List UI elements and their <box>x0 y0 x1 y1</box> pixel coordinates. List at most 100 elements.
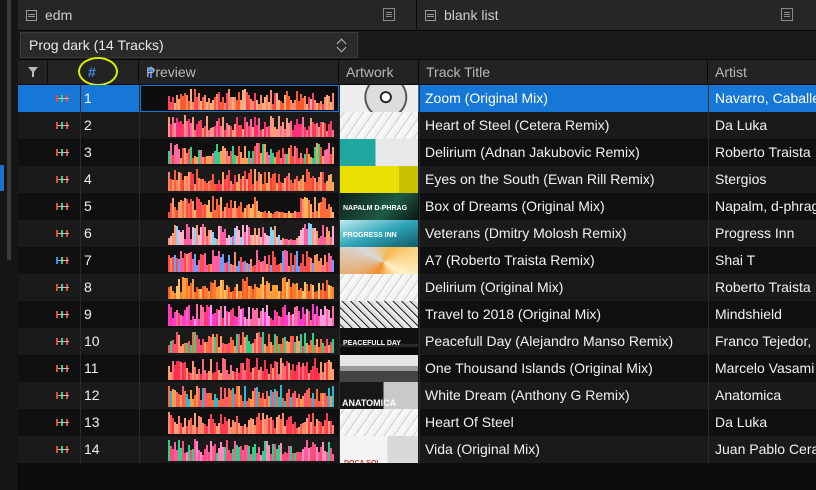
track-preview[interactable] <box>139 85 338 112</box>
track-artist: Progress Inn <box>708 220 816 247</box>
track-preview[interactable] <box>139 328 338 355</box>
playlist-select[interactable]: Prog dark (14 Tracks) <box>20 32 358 58</box>
track-artwork <box>339 139 418 166</box>
track-preview[interactable] <box>139 274 338 301</box>
panel-tab-left[interactable]: edm <box>18 0 398 30</box>
artwork-label: ANATOMICA <box>342 398 397 408</box>
table-row[interactable]: 1 Zoom (Original Mix) Navarro, Caballe <box>18 85 816 112</box>
track-artist: Shai T <box>708 247 816 274</box>
track-status-icon <box>56 338 71 345</box>
waveform <box>168 223 334 245</box>
artwork-image <box>340 85 418 112</box>
track-artwork: DOCA SOL <box>339 436 418 463</box>
table-row[interactable]: 4 Eyes on the South (Ewan Rill Remix) Ster… <box>18 166 816 193</box>
track-artist: Da Luka <box>708 112 816 139</box>
table-row[interactable]: 8 Delirium (Original Mix) Roberto Traista <box>18 274 816 301</box>
track-artist: Navarro, Caballe <box>708 85 816 112</box>
track-title: One Thousand Islands (Original Mix) <box>419 355 708 382</box>
track-title: Heart Of Steel <box>419 409 708 436</box>
track-title: Zoom (Original Mix) <box>419 85 708 112</box>
track-preview[interactable] <box>139 193 338 220</box>
column-header-artist[interactable]: Artist <box>708 60 816 84</box>
table-row[interactable]: 10 PEACEFULL DAY Peacefull Day (Alejandro … <box>18 328 816 355</box>
track-number: 12 <box>80 382 138 409</box>
table-row[interactable]: 7 A7 (Roberto Traista Remix) Shai T <box>18 247 816 274</box>
track-preview[interactable] <box>139 139 338 166</box>
track-title: Vida (Original Mix) <box>419 436 708 463</box>
table-row[interactable]: 14 DOCA SOL Vida (Original Mix)Juan Pablo … <box>18 436 816 463</box>
track-artwork <box>339 355 418 382</box>
left-scrollbar[interactable] <box>7 0 11 260</box>
track-title: Veterans (Dmitry Molosh Remix) <box>419 220 708 247</box>
track-artist: Napalm, d-phrag <box>708 193 816 220</box>
track-artwork: PROGRESS INN <box>339 220 418 247</box>
artwork-image: PEACEFULL DAY <box>340 328 418 355</box>
table-row[interactable]: 2 Heart of Steel (Cetera Remix) Da Luka <box>18 112 816 139</box>
track-number: 13 <box>80 409 138 436</box>
panel-menu-icon-left[interactable] <box>383 8 395 21</box>
track-artwork <box>339 85 418 112</box>
track-status-icon <box>56 230 71 237</box>
track-preview[interactable] <box>139 112 338 139</box>
track-title: White Dream (Anthony G Remix) <box>419 382 708 409</box>
panel-header-bar: edm blank list <box>18 0 816 31</box>
track-number: 7 <box>80 247 138 274</box>
number-header-label: # <box>88 64 96 80</box>
playlist-bar: Prog dark (14 Tracks) <box>18 31 816 59</box>
table-row[interactable]: 3 Delirium (Adnan Jakubovic Remix) Roberto… <box>18 139 816 166</box>
artwork-image <box>340 112 418 139</box>
track-status-icon <box>56 446 71 453</box>
track-title: Peacefull Day (Alejandro Manso Remix) <box>419 328 708 355</box>
filter-column-header[interactable] <box>18 60 48 84</box>
track-artwork: PEACEFULL DAY <box>339 328 418 355</box>
artwork-image <box>340 247 418 274</box>
waveform <box>168 331 334 353</box>
table-row[interactable]: 12 ANATOMICA White Dream (Anthony G Remix)… <box>18 382 816 409</box>
track-preview[interactable] <box>139 220 338 247</box>
track-title: Travel to 2018 (Original Mix) <box>419 301 708 328</box>
track-preview[interactable] <box>139 409 338 436</box>
track-status-icon <box>56 149 71 156</box>
track-artist: Roberto Traista <box>708 139 816 166</box>
track-artist: Mindshield <box>708 301 816 328</box>
track-status-icon <box>56 176 71 183</box>
track-preview[interactable] <box>139 355 338 382</box>
artwork-label: NAPALM D-PHRAG <box>343 205 408 212</box>
column-header-number[interactable]: # <box>48 57 155 86</box>
table-row[interactable]: 6 PROGRESS INN Veterans (Dmitry Molosh Rem… <box>18 220 816 247</box>
track-status-icon <box>56 257 71 264</box>
track-artwork <box>339 247 418 274</box>
filter-icon <box>28 67 38 77</box>
track-preview[interactable] <box>139 436 338 463</box>
track-preview[interactable] <box>139 382 338 409</box>
track-title: Eyes on the South (Ewan Rill Remix) <box>419 166 708 193</box>
track-status-icon <box>56 419 71 426</box>
track-artist: Roberto Traista <box>708 274 816 301</box>
table-row[interactable]: 9 Travel to 2018 (Original Mix) Mindshield <box>18 301 816 328</box>
track-artwork <box>339 166 418 193</box>
table-row[interactable]: 13 Heart Of Steel Da Luka <box>18 409 816 436</box>
artwork-image: ANATOMICA <box>340 382 418 409</box>
track-artist: Marcelo Vasami <box>708 355 816 382</box>
track-status-icon <box>56 122 71 129</box>
waveform <box>168 196 334 218</box>
artwork-image: PROGRESS INN <box>340 220 418 247</box>
panel-tab-right[interactable]: blank list <box>417 0 797 30</box>
table-row[interactable]: 5 NAPALM D-PHRAG Box of Dreams (Original M… <box>18 193 816 220</box>
track-title: Delirium (Original Mix) <box>419 274 708 301</box>
column-header-title[interactable]: Track Title <box>419 60 708 84</box>
track-number: 11 <box>80 355 138 382</box>
track-preview[interactable] <box>139 166 338 193</box>
playlist-select-value: Prog dark (14 Tracks) <box>29 37 164 53</box>
column-header-artwork[interactable]: Artwork <box>339 60 419 84</box>
track-artist: Da Luka <box>708 409 816 436</box>
waveform <box>168 277 334 299</box>
artwork-image <box>340 301 418 328</box>
column-header-preview[interactable]: Preview <box>139 60 339 84</box>
track-artwork <box>339 301 418 328</box>
table-row[interactable]: 11 One Thousand Islands (Original Mix) Mar… <box>18 355 816 382</box>
track-preview[interactable] <box>139 247 338 274</box>
column-header-row: # Preview Artwork Track Title Artist <box>18 57 816 86</box>
track-preview[interactable] <box>139 301 338 328</box>
panel-menu-icon-right[interactable] <box>781 8 793 21</box>
